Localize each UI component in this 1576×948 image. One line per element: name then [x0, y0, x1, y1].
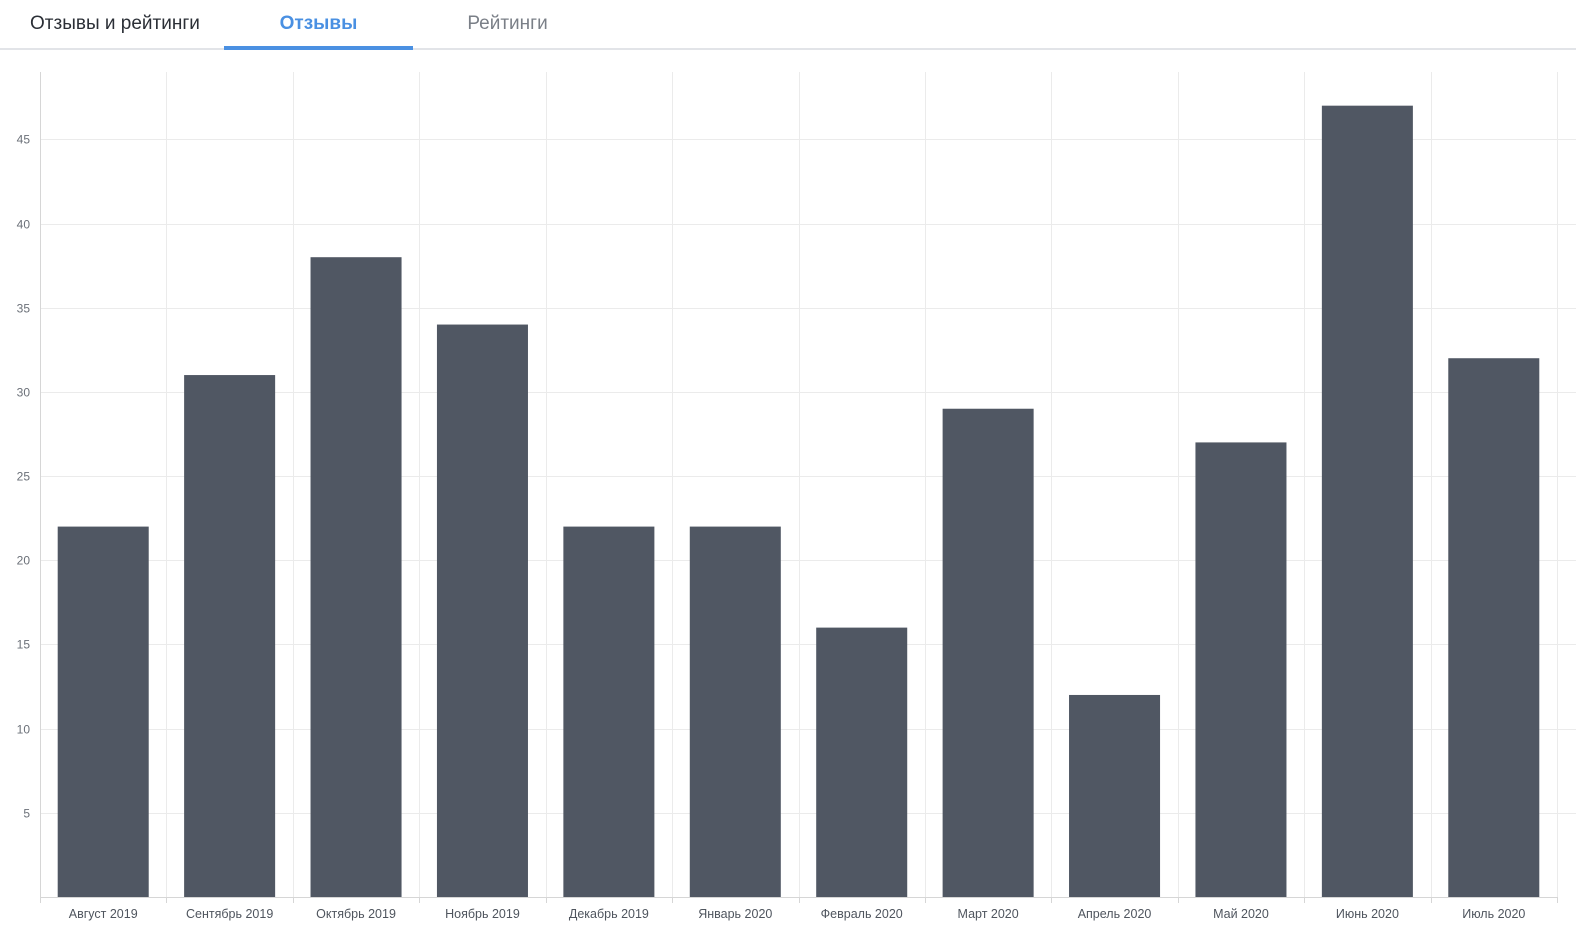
bar-4[interactable] — [436, 324, 528, 897]
x-tick-label: Декабрь 2019 — [569, 907, 649, 921]
x-tick-label: Октябрь 2019 — [316, 907, 396, 921]
y-tick-label: 25 — [17, 470, 31, 484]
tab-reviews[interactable]: Отзывы — [224, 0, 413, 50]
bar-6[interactable] — [689, 526, 781, 897]
x-tick-label: Март 2020 — [958, 907, 1019, 921]
bar-12[interactable] — [1448, 358, 1540, 897]
section-title: Отзывы и рейтинги — [30, 13, 200, 34]
bar-5[interactable] — [563, 526, 655, 897]
y-tick-label: 5 — [23, 807, 30, 821]
bar-11[interactable] — [1321, 105, 1413, 898]
y-tick-label: 40 — [17, 218, 31, 232]
bar-9[interactable] — [1069, 694, 1161, 897]
x-tick-label: Апрель 2020 — [1078, 907, 1152, 921]
y-tick-label: 20 — [17, 554, 31, 568]
bar-2[interactable] — [184, 375, 276, 897]
y-tick-label: 45 — [17, 133, 31, 147]
x-tick-label: Май 2020 — [1213, 907, 1269, 921]
x-tick-label: Февраль 2020 — [821, 907, 903, 921]
bar-7[interactable] — [816, 627, 908, 897]
bar-3[interactable] — [310, 257, 402, 897]
y-tick-label: 10 — [17, 723, 31, 737]
x-tick-label: Август 2019 — [69, 907, 138, 921]
bar-10[interactable] — [1195, 442, 1287, 897]
tab-ratings[interactable]: Рейтинги — [413, 0, 602, 50]
y-tick-label: 35 — [17, 302, 31, 316]
x-tick-label: Ноябрь 2019 — [445, 907, 520, 921]
y-tick-label: 15 — [17, 638, 31, 652]
reviews-bar-chart: 5 10 15 20 25 30 35 40 45 Август 2019 Сентябрь 201… — [17, 72, 1576, 921]
x-tick-label: Сентябрь 2019 — [186, 907, 273, 921]
x-tick-label: Январь 2020 — [698, 907, 772, 921]
bar-8[interactable] — [942, 408, 1034, 897]
y-tick-label: 30 — [17, 386, 31, 400]
bar-1[interactable] — [57, 526, 149, 897]
x-tick-label: Июнь 2020 — [1336, 907, 1399, 921]
tab-bar: Отзывы и рейтинги Отзывы Рейтинги — [0, 0, 1576, 50]
x-tick-label: Июль 2020 — [1462, 907, 1525, 921]
